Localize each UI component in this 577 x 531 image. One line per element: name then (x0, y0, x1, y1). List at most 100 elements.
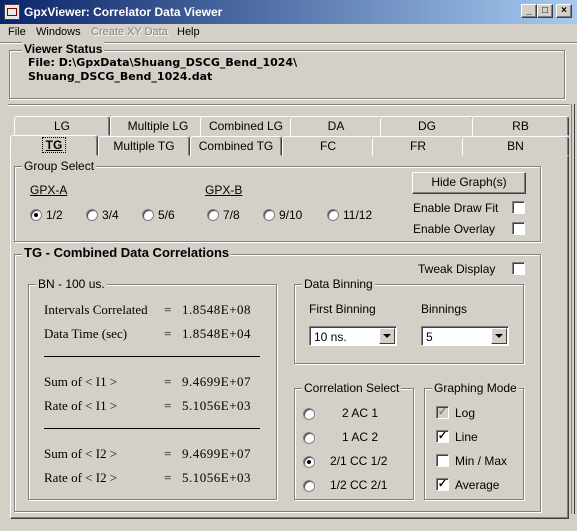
combined-correlations-title: TG - Combined Data Correlations (22, 245, 232, 260)
tab-rb[interactable]: RB (472, 116, 569, 136)
data-binning-box (294, 284, 524, 364)
rate-i1-eq: = (164, 398, 172, 413)
gpx-a-label: GPX-A (30, 183, 68, 197)
tab-da-label: DA (327, 119, 345, 133)
radio-group-9-10-label: 9/10 (279, 208, 303, 222)
chevron-down-icon[interactable] (491, 328, 507, 344)
tab-combined-tg-label: Combined TG (198, 139, 274, 153)
first-binning-value: 10 ns. (314, 330, 347, 344)
tab-bn[interactable]: BN (462, 136, 569, 156)
rate-i2-label: Rate of < I2 > (44, 470, 118, 485)
radio-2-1-cc-1-2-label: 2/1 CC 1/2 (330, 454, 388, 468)
tab-bn-label: BN (507, 139, 524, 153)
sum-i2-eq: = (164, 446, 172, 461)
tab-lg[interactable]: LG (14, 116, 110, 136)
bn-stats-title: BN - 100 us. (36, 277, 107, 291)
rate-i2-value: 5.1056E+03 (182, 470, 252, 485)
radio-group-1-2-label: 1/2 (46, 208, 63, 222)
radio-group-1-2[interactable] (30, 209, 42, 221)
tab-multiple-lg-label: Multiple LG (127, 119, 189, 133)
radio-group-7-8-label: 7/8 (223, 208, 240, 222)
first-binning-select[interactable]: 10 ns. (309, 326, 397, 346)
tab-rb-label: RB (512, 119, 529, 133)
status-file-line1: File: D:\GpxData\Shuang_DSCG_Bend_1024\ (28, 56, 298, 69)
radio-1-ac-2-label: 1 AC 2 (342, 430, 379, 444)
tab-multiple-tg-label: Multiple TG (113, 139, 175, 153)
rate-i2-eq: = (164, 470, 172, 485)
app-icon (4, 4, 20, 20)
tab-fr[interactable]: FR (372, 136, 464, 156)
tab-dg[interactable]: DG (380, 116, 474, 136)
viewer-status-title: Viewer Status (22, 42, 105, 56)
tab-multiple-lg[interactable]: Multiple LG (110, 116, 206, 136)
window-edge (571, 104, 575, 514)
tab-lg-label: LG (53, 119, 70, 133)
rate-i1-value: 5.1056E+03 (182, 398, 252, 413)
radio-group-3-4-label: 3/4 (102, 208, 119, 222)
enable-overlay-label: Enable Overlay (413, 222, 496, 236)
min-max-label: Min / Max (455, 454, 508, 468)
radio-group-11-12[interactable] (327, 209, 339, 221)
sum-i2-label: Sum of < I2 > (44, 446, 118, 461)
binnings-label: Binnings (421, 302, 468, 316)
line-label: Line (455, 430, 478, 444)
tab-dg-label: DG (418, 119, 436, 133)
window-title: GpxViewer: Correlator Data Viewer (24, 5, 223, 19)
menu-file[interactable]: File (8, 26, 26, 38)
radio-1-ac-2[interactable] (303, 432, 315, 444)
radio-group-3-4[interactable] (86, 209, 98, 221)
stats-divider-2 (44, 428, 260, 430)
radio-group-5-6[interactable] (142, 209, 154, 221)
log-checkbox[interactable]: ✓ (436, 406, 449, 419)
radio-1-2-cc-2-1-label: 1/2 CC 2/1 (330, 478, 388, 492)
sum-i1-label: Sum of < I1 > (44, 374, 118, 389)
title-bar[interactable]: GpxViewer: Correlator Data Viewer _ □ × (0, 0, 577, 24)
hide-graphs-button[interactable]: Hide Graph(s) (412, 172, 526, 194)
sum-i2-value: 9.4699E+07 (182, 446, 252, 461)
menu-help[interactable]: Help (177, 26, 200, 38)
tweak-display-checkbox[interactable] (512, 262, 525, 275)
maximize-button[interactable]: □ (537, 4, 553, 18)
data-binning-title: Data Binning (302, 277, 375, 291)
average-checkbox[interactable]: ✓ (436, 478, 449, 491)
tab-tg[interactable]: TG (10, 135, 98, 156)
radio-group-5-6-label: 5/6 (158, 208, 175, 222)
group-select-title: Group Select (22, 159, 97, 173)
tab-combined-tg[interactable]: Combined TG (190, 136, 282, 156)
tab-tg-label: TG (41, 137, 67, 153)
min-max-checkbox[interactable] (436, 454, 449, 467)
tab-combined-lg[interactable]: Combined LG (200, 116, 292, 136)
radio-group-11-12-label: 11/12 (343, 208, 373, 222)
intervals-correlated-eq: = (164, 302, 172, 317)
radio-2-1-cc-1-2[interactable] (303, 456, 315, 468)
data-time-value: 1.8548E+04 (182, 326, 252, 341)
line-checkbox[interactable]: ✓ (436, 430, 449, 443)
menu-windows[interactable]: Windows (36, 26, 81, 38)
status-divider (8, 104, 569, 106)
radio-group-7-8[interactable] (207, 209, 219, 221)
status-file-line2: Shuang_DSCG_Bend_1024.dat (28, 70, 213, 83)
tab-fc[interactable]: FC (282, 136, 374, 156)
binnings-value: 5 (426, 330, 433, 344)
tweak-display-label: Tweak Display (418, 262, 496, 276)
sum-i1-value: 9.4699E+07 (182, 374, 252, 389)
radio-1-2-cc-2-1[interactable] (303, 480, 315, 492)
tab-multiple-tg[interactable]: Multiple TG (98, 136, 190, 156)
sum-i1-eq: = (164, 374, 172, 389)
intervals-correlated-value: 1.8548E+08 (182, 302, 252, 317)
binnings-select[interactable]: 5 (421, 326, 509, 346)
close-button[interactable]: × (556, 4, 572, 18)
radio-group-9-10[interactable] (263, 209, 275, 221)
radio-2-ac-1[interactable] (303, 408, 315, 420)
correlation-select-title: Correlation Select (302, 381, 402, 395)
first-binning-label: First Binning (309, 302, 376, 316)
intervals-correlated-label: Intervals Correlated (44, 302, 148, 317)
chevron-down-icon[interactable] (379, 328, 395, 344)
tab-da[interactable]: DA (290, 116, 382, 136)
menu-create-xy-data[interactable]: Create XY Data (91, 26, 168, 38)
average-label: Average (455, 478, 500, 492)
data-time-label: Data Time (sec) (44, 326, 128, 341)
enable-overlay-checkbox[interactable] (512, 222, 525, 235)
enable-draw-fit-checkbox[interactable] (512, 201, 525, 214)
minimize-button[interactable]: _ (521, 4, 537, 18)
